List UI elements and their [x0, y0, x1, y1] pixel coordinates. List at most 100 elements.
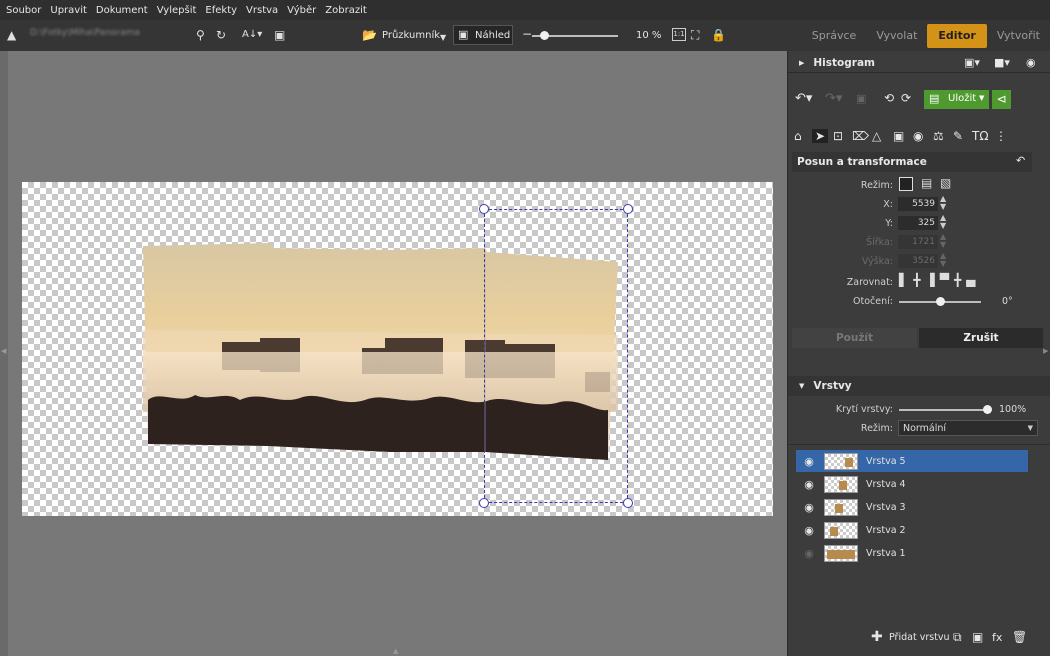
menu-view[interactable]: Zobrazit: [325, 5, 367, 16]
layer-row-2[interactable]: ◉ Vrstva 2: [796, 519, 1028, 541]
eye-icon[interactable]: ◉: [913, 129, 923, 143]
layers-header[interactable]: ▼ Vrstvy: [788, 376, 1050, 396]
x-label: X:: [883, 199, 893, 210]
save-button[interactable]: ▤ Uložit ▼: [924, 90, 989, 109]
path-field[interactable]: D:\Fotky\Mlha\Panorama: [30, 28, 190, 42]
menu-document[interactable]: Dokument: [96, 5, 148, 16]
visibility-eye-icon[interactable]: ◉: [796, 524, 822, 537]
redo-icon[interactable]: ↷▾: [825, 91, 842, 106]
mode-distort-icon[interactable]: ▧: [940, 176, 951, 190]
selection-box[interactable]: [484, 209, 628, 503]
menu-enhance[interactable]: Vylepšit: [157, 5, 197, 16]
opacity-slider-knob[interactable]: [982, 405, 992, 414]
visibility-eye-icon[interactable]: ◉: [796, 455, 822, 468]
refresh-icon[interactable]: ↻: [216, 28, 226, 42]
zoom-out-icon[interactable]: −: [522, 27, 532, 41]
undo-icon[interactable]: ↶▾: [795, 91, 812, 106]
y-field[interactable]: 325: [898, 216, 938, 230]
layer-name: Vrstva 1: [866, 547, 906, 559]
blend-mode-select[interactable]: Normální ▼: [898, 420, 1038, 436]
fit-screen-icon[interactable]: ⛶: [691, 28, 699, 42]
visibility-eye-icon[interactable]: ◉: [796, 547, 822, 560]
menu-effects[interactable]: Efekty: [205, 5, 237, 16]
width-stepper[interactable]: ▲ ▼: [940, 233, 946, 249]
chevron-down-icon[interactable]: ▼: [979, 94, 984, 102]
menu-file[interactable]: Soubor: [6, 5, 41, 16]
target-icon[interactable]: ◉: [1026, 56, 1036, 69]
chevron-right-icon[interactable]: ▶: [1043, 347, 1048, 355]
left-panel-toggle[interactable]: ◀: [0, 51, 8, 656]
apply-button[interactable]: Použít: [792, 328, 917, 348]
rotate-right-icon[interactable]: ⟳: [901, 91, 911, 105]
search-icon[interactable]: ⚲: [196, 28, 205, 42]
crop-icon[interactable]: ⊡: [833, 129, 843, 143]
transform-handle-bottom-right[interactable]: [623, 498, 633, 508]
menu-selection[interactable]: Výběr: [287, 5, 316, 16]
width-field[interactable]: 1721: [898, 235, 938, 249]
camera-icon[interactable]: ■▾: [994, 56, 1010, 69]
new-folder-icon[interactable]: ▣: [274, 28, 285, 42]
layer-row-5[interactable]: ◉ Vrstva 5: [796, 450, 1028, 472]
transform-handle-top-left[interactable]: [479, 204, 489, 214]
transform-handle-top-right[interactable]: [623, 204, 633, 214]
cancel-button[interactable]: Zrušit: [919, 328, 1043, 348]
histogram-options-icon[interactable]: ▣▾: [964, 56, 980, 69]
chevron-down-icon[interactable]: ▼: [440, 31, 446, 45]
rotation-slider-knob[interactable]: [935, 297, 945, 306]
move-tool-icon[interactable]: ➤: [812, 129, 829, 143]
tab-manager[interactable]: Správce: [802, 24, 867, 48]
chevron-up-icon[interactable]: ▲: [393, 647, 398, 655]
tab-create[interactable]: Vytvořit: [987, 24, 1050, 48]
folder-up-icon[interactable]: ▲: [7, 28, 16, 42]
trash-icon[interactable]: 🗑: [1012, 630, 1027, 644]
rotate-left-icon[interactable]: ⟲: [884, 91, 894, 105]
preview-button[interactable]: ▣ Náhled: [453, 25, 513, 45]
histogram-header[interactable]: ▶ Histogram ▣▾ ■▾ ◉: [788, 53, 1050, 73]
layer-row-1[interactable]: ◉ Vrstva 1: [796, 542, 1028, 564]
explorer-button[interactable]: Průzkumník: [382, 30, 440, 41]
visibility-eye-icon[interactable]: ◉: [796, 478, 822, 491]
layer-row-3[interactable]: ◉ Vrstva 3: [796, 496, 1028, 518]
x-stepper[interactable]: ▲ ▼: [940, 195, 946, 211]
height-stepper[interactable]: ▲ ▼: [940, 252, 946, 268]
align-middle-icon[interactable]: ╋: [954, 273, 966, 287]
transform-handle-bottom-left[interactable]: [479, 498, 489, 508]
align-left-icon[interactable]: ▌: [899, 273, 913, 287]
image-icon[interactable]: ▣: [856, 92, 866, 105]
tab-editor[interactable]: Editor: [927, 23, 987, 48]
align-center-icon[interactable]: ╋: [913, 273, 925, 287]
sort-icon[interactable]: A↓▾: [242, 28, 262, 42]
actual-size-button[interactable]: 1:1: [672, 28, 686, 41]
layer-row-4[interactable]: ◉ Vrstva 4: [796, 473, 1028, 495]
transform-icon[interactable]: △: [872, 129, 881, 143]
add-layer-button[interactable]: Přidat vrstvu: [889, 632, 950, 643]
more-tools-icon[interactable]: ⋮: [995, 129, 1007, 143]
x-field[interactable]: 5539: [898, 197, 938, 211]
text-box-icon[interactable]: ▣: [893, 129, 904, 143]
height-field[interactable]: 3526: [898, 254, 938, 268]
visibility-eye-icon[interactable]: ◉: [796, 501, 822, 514]
share-icon[interactable]: ⊲: [992, 90, 1011, 109]
align-right-icon[interactable]: ▐: [925, 273, 939, 287]
brush-icon[interactable]: ✎: [953, 129, 963, 143]
mask-icon[interactable]: ▣: [972, 630, 983, 644]
y-stepper[interactable]: ▲ ▼: [940, 214, 946, 230]
opacity-slider[interactable]: [899, 409, 987, 411]
fx-icon[interactable]: fx: [992, 631, 1002, 644]
tab-develop[interactable]: Vyvolat: [866, 24, 927, 48]
duplicate-icon[interactable]: ⧉: [953, 630, 962, 645]
reset-icon[interactable]: ↶: [1016, 154, 1025, 167]
text-tool-icon[interactable]: TΩ: [972, 129, 989, 143]
lock-icon[interactable]: 🔒: [711, 28, 726, 42]
align-top-icon[interactable]: ▀: [940, 273, 954, 287]
perspective-icon[interactable]: ⌦: [852, 129, 869, 143]
menu-layer[interactable]: Vrstva: [246, 5, 278, 16]
mode-transform-icon[interactable]: ▤: [921, 176, 932, 190]
align-bottom-icon[interactable]: ▄: [966, 273, 980, 287]
clone-icon[interactable]: ⚖: [933, 129, 944, 143]
menu-edit[interactable]: Upravit: [50, 5, 87, 16]
plus-icon[interactable]: ✚: [871, 629, 883, 645]
home-icon[interactable]: ⌂: [794, 129, 802, 143]
zoom-slider-knob[interactable]: [540, 31, 550, 40]
mode-move-icon[interactable]: [899, 177, 913, 191]
